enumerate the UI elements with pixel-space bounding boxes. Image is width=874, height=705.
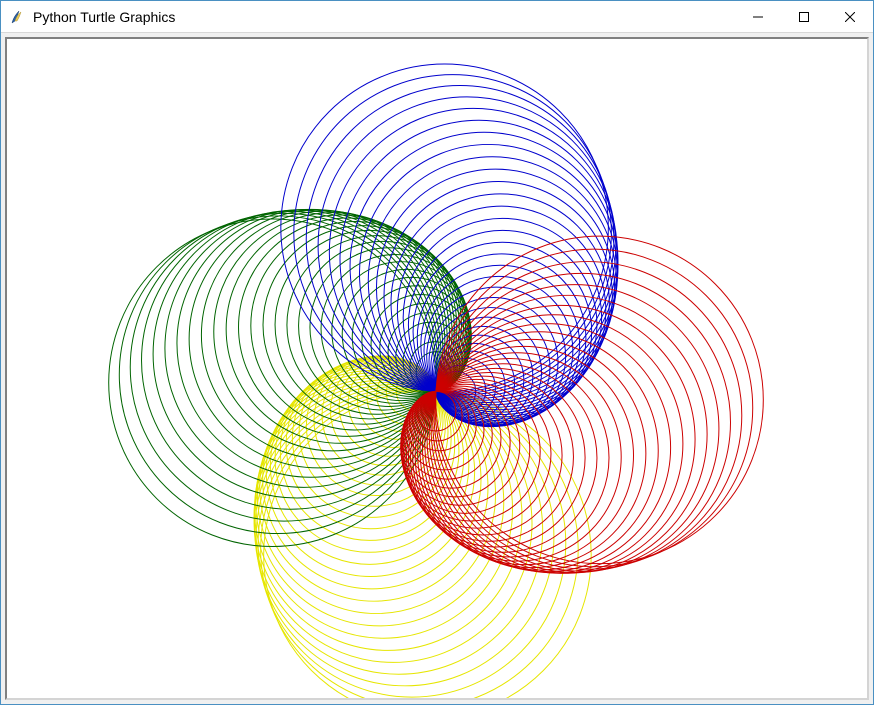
window-title: Python Turtle Graphics <box>33 9 735 25</box>
window-controls <box>735 1 873 32</box>
titlebar[interactable]: Python Turtle Graphics <box>1 1 873 33</box>
minimize-button[interactable] <box>735 1 781 32</box>
turtle-drawing <box>7 39 867 698</box>
close-icon <box>845 12 855 22</box>
app-window: Python Turtle Graphics <box>0 0 874 705</box>
client-area <box>1 33 873 704</box>
turtle-canvas <box>5 37 869 700</box>
maximize-icon <box>799 12 809 22</box>
python-turtle-feather-icon <box>9 9 25 25</box>
maximize-button[interactable] <box>781 1 827 32</box>
minimize-icon <box>753 12 763 22</box>
close-button[interactable] <box>827 1 873 32</box>
